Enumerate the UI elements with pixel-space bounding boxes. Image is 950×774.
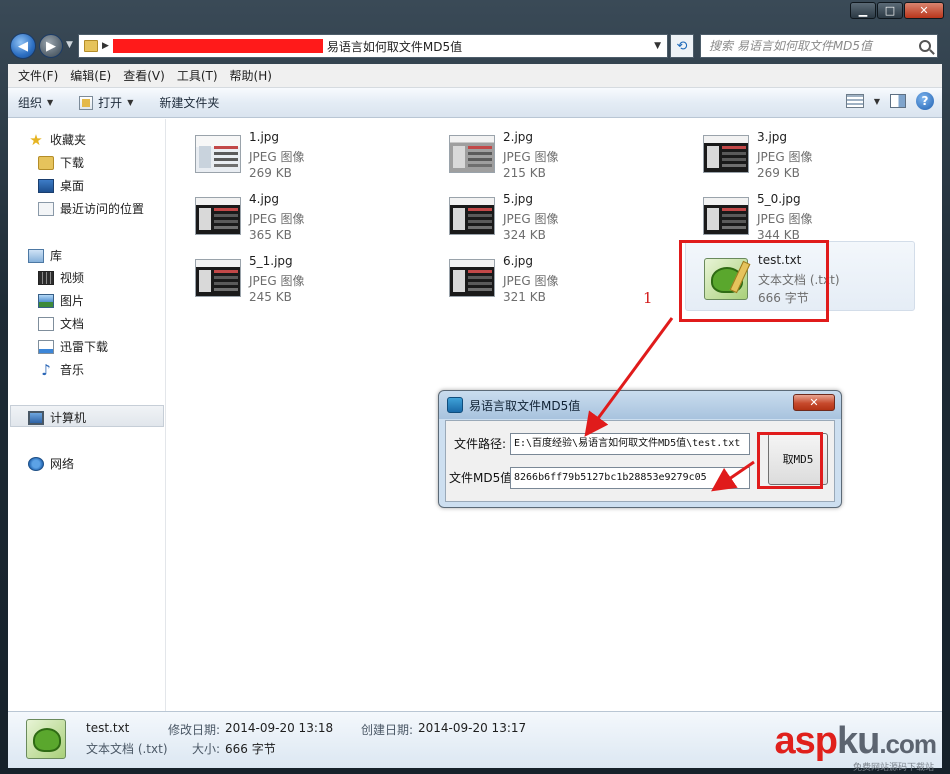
explorer-window: ▁ □ ✕ ◀ ▶ ▼ ▶ 易语言如何取文件MD5值 ▼ ⟲ 文件(F) 编辑(… <box>0 0 950 774</box>
arrow-to-md5-field <box>711 460 755 492</box>
arrow-to-path-field <box>584 317 674 437</box>
annotation-arrows <box>584 317 755 492</box>
